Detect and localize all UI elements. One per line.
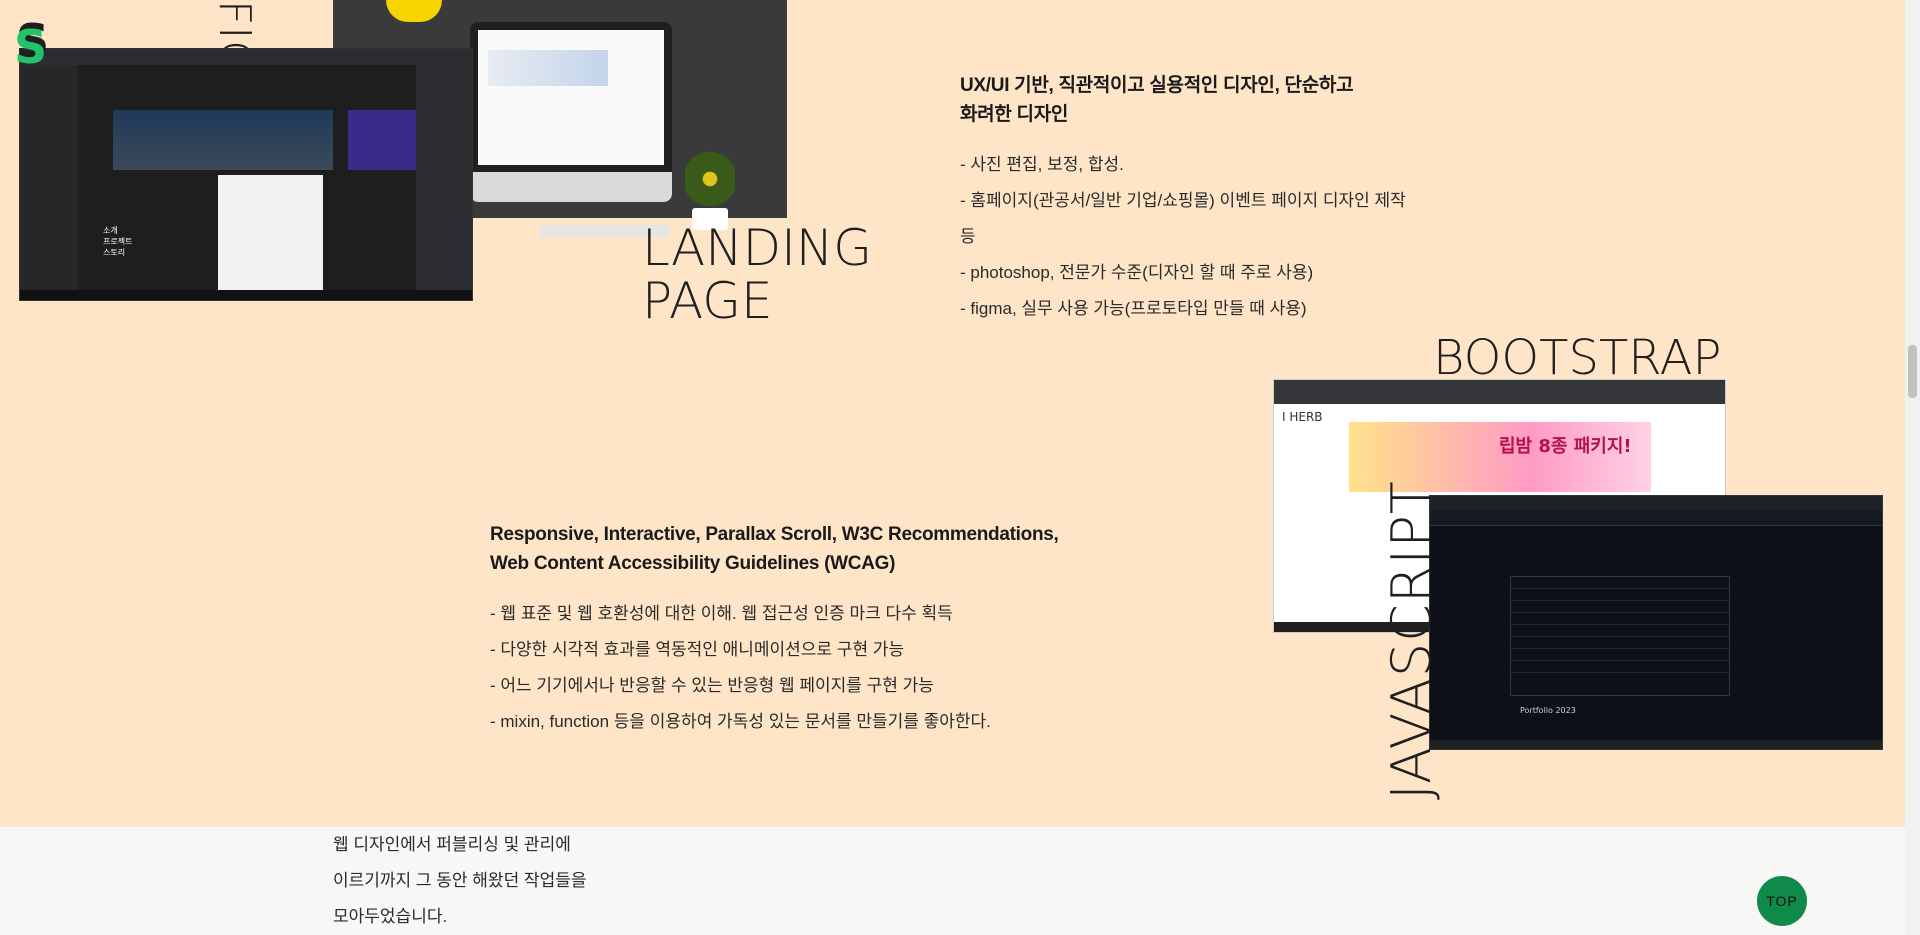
web-skill-block: Responsive, Interactive, Parallax Scroll… (490, 520, 1110, 740)
list-item: - 홈페이지(관공서/일반 기업/쇼핑몰) 이벤트 페이지 디자인 제작 (960, 191, 1406, 210)
figma-frame-hero (113, 110, 333, 170)
figma-text-3: 스토리 (103, 248, 126, 258)
browser-chrome (1430, 496, 1882, 510)
ux-skill-block: UX/UI 기반, 직관적이고 실용적인 디자인, 단순하고 화려한 디자인 -… (960, 71, 1430, 327)
iherb-brand: I HERB (1282, 410, 1323, 424)
site-logo[interactable]: S S (14, 18, 50, 70)
table-row (1511, 601, 1729, 613)
figma-topbar (20, 49, 472, 65)
list-item: - 어느 기기에서나 반응할 수 있는 반응형 웹 페이지를 구현 가능 (490, 676, 934, 695)
list-item: - 웹 표준 및 웹 호환성에 대한 이해. 웹 접근성 인증 마크 다수 획득 (490, 604, 953, 623)
ux-skill-title: UX/UI 기반, 직관적이고 실용적인 디자인, 단순하고 화려한 디자인 (960, 71, 1430, 129)
list-item: - mixin, function 등을 이용하여 가독성 있는 문서를 만들기… (490, 712, 991, 731)
figma-text-2: 프로젝트 (103, 237, 133, 247)
table-row (1511, 613, 1729, 625)
github-file-list (1510, 576, 1730, 696)
landing-page-label: LANDING PAGE (642, 222, 872, 327)
logo-letter: S (14, 20, 48, 74)
description-line3: 모아두었습니다. (333, 907, 448, 926)
github-readme-title: Portfolio 2023 (1520, 706, 1576, 715)
table-row (1511, 589, 1729, 601)
web-title-line2: Web Content Accessibility Guidelines (WC… (490, 553, 896, 574)
ux-skill-list: - 사진 편집, 보정, 합성. - 홈페이지(관공서/일반 기업/쇼핑몰) 이… (960, 147, 1430, 327)
table-row (1511, 625, 1729, 637)
figma-frame-text: 소개 프로젝트 스토리 (103, 225, 132, 259)
list-item: - figma, 실무 사용 가능(프로토타입 만들 때 사용) (960, 299, 1307, 318)
scrollbar-thumb[interactable] (1908, 345, 1917, 398)
github-taskbar (1430, 740, 1882, 749)
javascript-label: JAVASCRIPT (1380, 480, 1443, 800)
ux-title-line2: 화려한 디자인 (960, 104, 1069, 125)
imac-banner (488, 50, 608, 86)
ux-title-line1: UX/UI 기반, 직관적이고 실용적인 디자인, 단순하고 (960, 75, 1354, 96)
list-item: - 다양한 시각적 효과를 역동적인 애니메이션으로 구현 가능 (490, 640, 905, 659)
plant-leaves (685, 150, 735, 208)
description-line2: 이르기까지 그 동안 해왔던 작업들을 (333, 871, 587, 890)
table-row (1511, 661, 1729, 673)
landing-label-line2: PAGE (642, 271, 773, 330)
figma-canvas: 소개 프로젝트 스토리 (78, 65, 430, 300)
iherb-hero-text: 립밤 8종 패키지! (1499, 436, 1632, 457)
table-row (1511, 637, 1729, 649)
figma-text-1: 소개 (103, 226, 118, 235)
browser-chrome (1274, 380, 1725, 404)
list-item: 등 (960, 227, 976, 246)
github-header (1430, 510, 1882, 526)
intro-section (0, 827, 1905, 935)
description-line1: 웹 디자인에서 퍼블리싱 및 관리에 (333, 835, 571, 854)
imac-screen (478, 30, 664, 165)
web-skill-title: Responsive, Interactive, Parallax Scroll… (490, 520, 1110, 578)
table-row (1511, 577, 1729, 589)
bootstrap-label: BOOTSTRAP (1433, 330, 1722, 386)
web-skill-list: - 웹 표준 및 웹 호환성에 대한 이해. 웹 접근성 인증 마크 다수 획득… (490, 596, 1110, 740)
imac-chin (470, 172, 672, 202)
table-row (1511, 649, 1729, 661)
imac-mockup-image (470, 22, 672, 202)
scroll-top-button[interactable]: TOP (1757, 876, 1807, 926)
figma-properties-panel (416, 65, 472, 290)
figma-screenshot: 소개 프로젝트 스토리 (19, 48, 473, 301)
landing-label-line1: LANDING (642, 219, 873, 277)
page-scrollbar[interactable] (1905, 0, 1920, 935)
figma-taskbar (20, 290, 472, 300)
plant-image (680, 150, 740, 230)
github-screenshot: Portfolio 2023 (1429, 495, 1883, 750)
list-item: - photoshop, 전문가 수준(디자인 할 때 주로 사용) (960, 263, 1314, 282)
list-item: - 사진 편집, 보정, 합성. (960, 155, 1124, 174)
web-title-line1: Responsive, Interactive, Parallax Scroll… (490, 524, 1059, 545)
figma-layers-panel (20, 65, 78, 290)
portfolio-description: 웹 디자인에서 퍼블리싱 및 관리에 이르기까지 그 동안 해왔던 작업들을 모… (333, 827, 587, 935)
figma-frame-page (218, 175, 323, 300)
